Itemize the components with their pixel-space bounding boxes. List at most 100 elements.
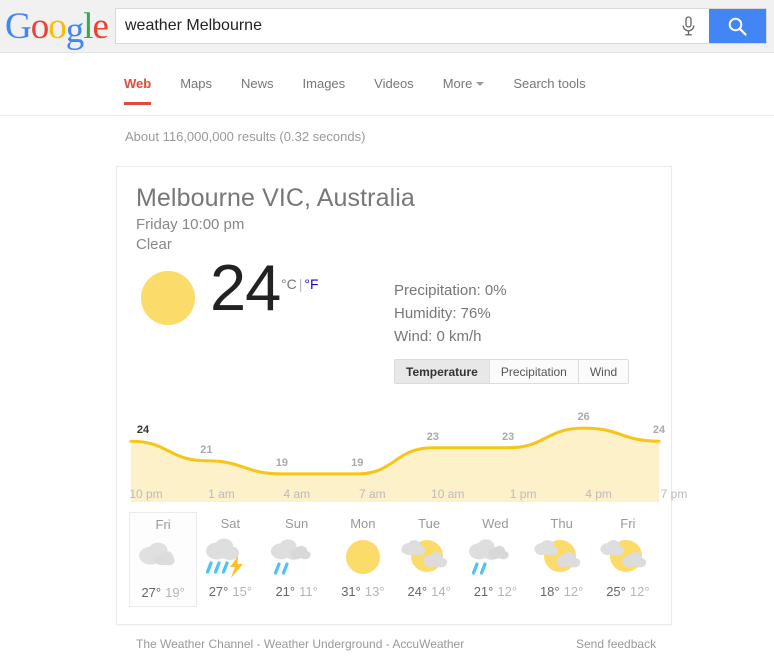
chart-axis-label: 10 am [431, 487, 465, 501]
nav-tab-news-label: News [241, 76, 274, 91]
chart-axis-label: 7 am [358, 487, 386, 501]
forecast-day[interactable]: Thu 18° 12° [529, 512, 595, 607]
cloud-shape [206, 538, 240, 560]
nav-tab-more[interactable]: More [443, 76, 485, 105]
logo-letter-0: G [5, 6, 32, 47]
forecast-day-name: Fri [155, 517, 171, 532]
nav-tab-images-label: Images [302, 76, 346, 91]
forecast-temps: 27° 15° [209, 584, 252, 599]
forecast-day[interactable]: Sun 21° 11° [264, 512, 330, 607]
rain-icon [270, 539, 311, 575]
rain-drop [273, 562, 281, 575]
weather-source-link[interactable]: Weather Underground [264, 637, 383, 651]
unit-fahrenheit[interactable]: °F [304, 276, 318, 292]
forecast-temps: 18° 12° [540, 584, 583, 599]
logo-letter-5: e [92, 6, 109, 47]
forecast-temps: 27° 19° [141, 585, 184, 600]
rain-drop [206, 561, 213, 574]
cloudy-icon [139, 542, 175, 566]
search-tools-button[interactable]: Search tools [513, 76, 585, 91]
forecast-temps: 31° 13° [341, 584, 384, 599]
chart-point-label: 21 [200, 443, 213, 456]
page-header: Google [0, 0, 774, 53]
nav-tab-list: Web Maps News Images Videos More Search … [124, 76, 586, 105]
search-input[interactable] [116, 9, 667, 43]
logo-letter-2: o [48, 6, 66, 47]
metric-tab-temperature[interactable]: Temperature [395, 360, 490, 383]
microphone-icon[interactable] [667, 9, 709, 43]
microphone-glyph [682, 15, 694, 35]
forecast-day[interactable]: Wed 21° 12° [462, 512, 528, 607]
sun-disc [345, 540, 380, 574]
chart-axis-label: 1 am [208, 487, 235, 501]
forecast-low: 13° [364, 584, 385, 599]
source-separator: - [382, 637, 393, 651]
chart-point-label: 23 [426, 430, 439, 443]
unit-celsius[interactable]: °C [281, 276, 297, 292]
forecast-low: 12° [497, 584, 518, 599]
forecast-low: 15° [232, 584, 253, 599]
rain-drop [472, 562, 479, 575]
metric-tab-precipitation[interactable]: Precipitation [489, 360, 579, 383]
metric-tab-wind[interactable]: Wind [578, 360, 629, 383]
chart-x-axis: 10 pm 1 am 4 am 7 am 10 am 1 pm 4 pm 7 pm [124, 487, 687, 505]
weather-condition: Clear [136, 236, 172, 253]
weather-source-link[interactable]: The Weather Channel [136, 637, 253, 651]
forecast-day-name: Tue [418, 516, 441, 531]
rain-drop [222, 561, 229, 574]
partly-cloudy-icon [534, 540, 580, 572]
daily-forecast-list: Fri 27° 19° Sat 27° 15° Sun 21° 11° Mon … [129, 512, 661, 607]
chart-axis-label: 4 am [283, 487, 311, 501]
nav-tab-web-label: Web [124, 76, 152, 91]
forecast-high: 31° [341, 584, 361, 599]
nav-tab-web[interactable]: Web [124, 76, 152, 105]
forecast-day-selected[interactable]: Fri 27° 19° [129, 512, 198, 607]
sun-icon [141, 271, 195, 325]
forecast-low: 12° [563, 584, 584, 599]
nav-tab-news[interactable]: News [241, 76, 274, 105]
forecast-high: 18° [539, 584, 560, 599]
weather-source-link[interactable]: AccuWeather [392, 637, 464, 651]
weather-sources: The Weather Channel - Weather Undergroun… [136, 637, 464, 651]
forecast-high: 21° [473, 584, 494, 599]
chevron-down-icon [476, 81, 485, 86]
forecast-day-name: Wed [482, 516, 509, 531]
current-temperature: 24 [210, 251, 281, 324]
chart-axis-label: 4 pm [585, 487, 612, 501]
google-logo[interactable]: Google [5, 6, 109, 49]
thunderstorm-icon [206, 538, 244, 578]
forecast-low: 11° [299, 584, 318, 599]
sunny-icon [345, 540, 380, 574]
search-icon [728, 17, 747, 36]
chart-point-label: 24 [652, 424, 666, 437]
chart-point-label: 24 [136, 424, 150, 437]
forecast-temps: 25° 12° [606, 584, 649, 599]
forecast-temps: 21° 12° [474, 584, 517, 599]
logo-letter-1: o [30, 6, 49, 47]
send-feedback-link[interactable]: Send feedback [576, 637, 656, 651]
nav-tab-maps[interactable]: Maps [180, 76, 212, 105]
nav-tab-videos[interactable]: Videos [374, 76, 414, 105]
forecast-day[interactable]: Sat 27° 15° [197, 512, 263, 607]
forecast-day-name: Fri [620, 516, 636, 531]
rain-drop [281, 562, 289, 575]
chart-point-label: 19 [275, 456, 288, 469]
result-stats: About 116,000,000 results (0.32 seconds) [125, 129, 366, 144]
weather-location: Melbourne VIC, Australia [136, 184, 415, 212]
forecast-low: 12° [629, 584, 650, 599]
nav-tab-images[interactable]: Images [303, 76, 346, 105]
rain-drop [214, 561, 221, 574]
nav-tab-videos-label: Videos [374, 76, 414, 91]
precipitation-detail: Precipitation: 0% [394, 282, 507, 299]
search-button[interactable] [709, 9, 766, 43]
partly-cloudy-icon [600, 540, 647, 572]
forecast-day[interactable]: Mon 31° 13° [330, 512, 396, 607]
weather-card: Melbourne VIC, Australia Friday 10:00 pm… [116, 166, 687, 625]
chart-axis-label: 1 pm [509, 487, 537, 501]
forecast-day[interactable]: Tue 24° 14° [396, 512, 462, 607]
forecast-temps: 24° 14° [407, 584, 450, 599]
source-separator: - [253, 637, 264, 651]
unit-separator: | [298, 276, 303, 292]
forecast-day[interactable]: Fri 25° 12° [595, 512, 661, 607]
rain-icon [469, 539, 510, 575]
